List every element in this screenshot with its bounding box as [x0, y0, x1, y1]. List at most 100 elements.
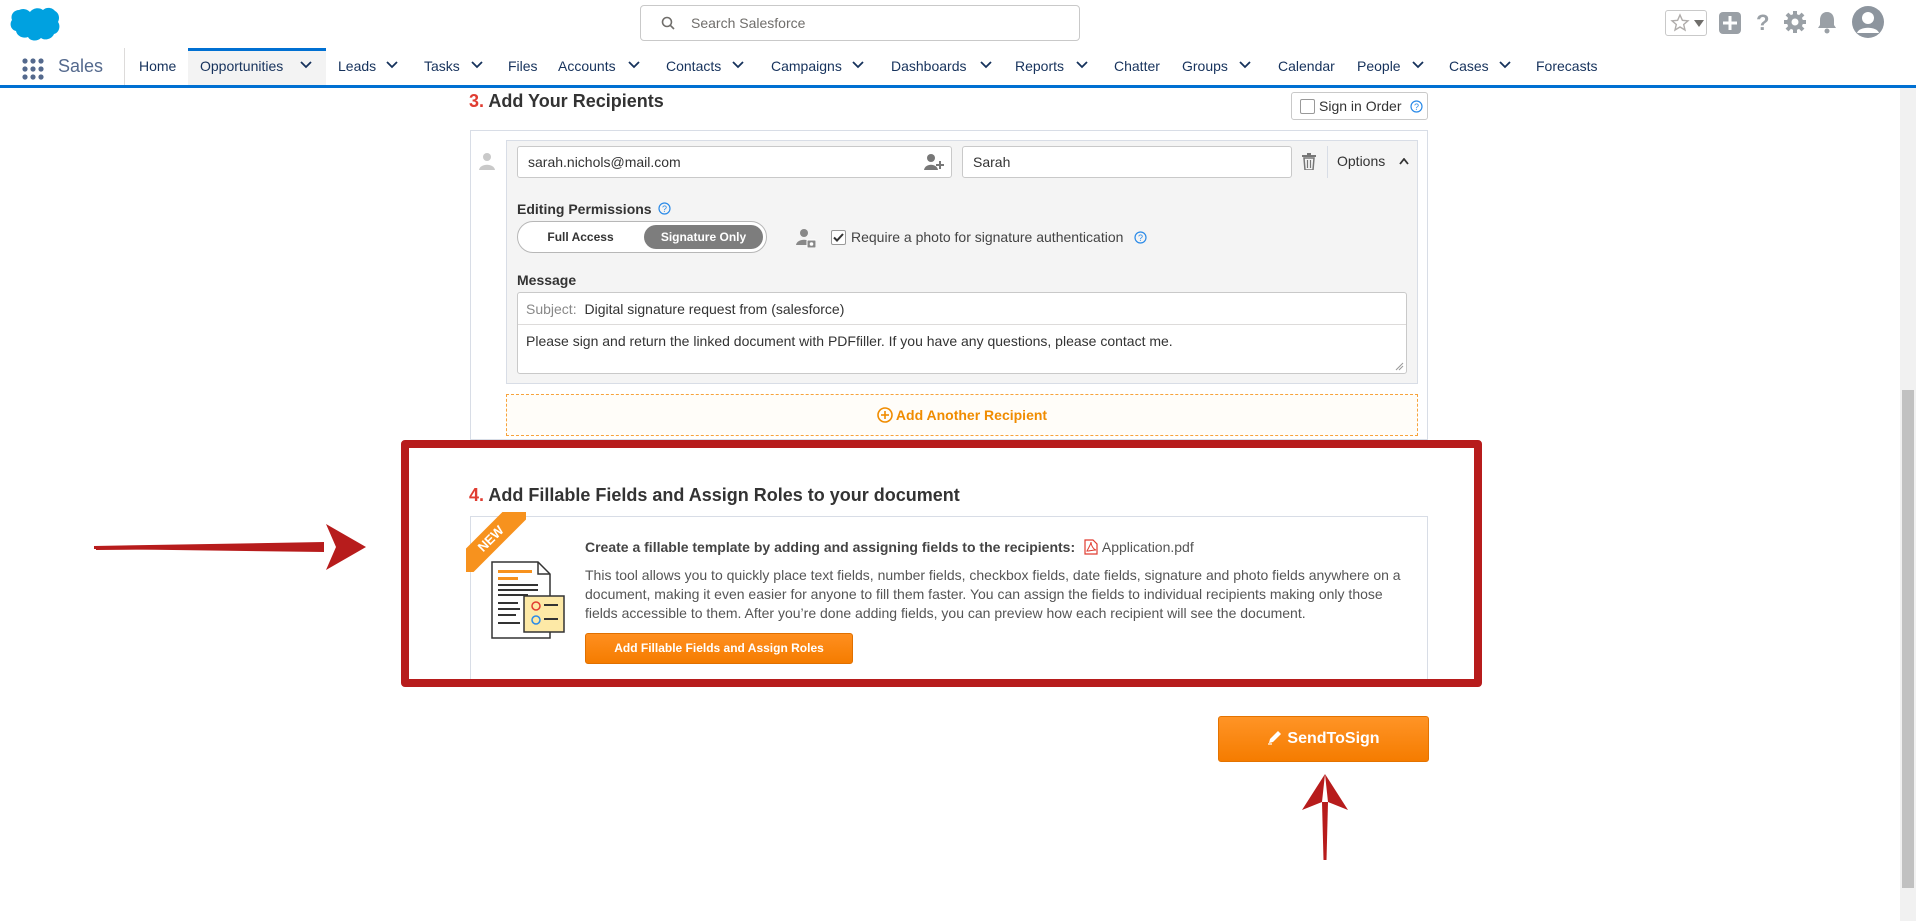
recipient-name-field[interactable]: Sarah	[962, 146, 1292, 178]
user-avatar[interactable]	[1852, 6, 1884, 38]
chevron-down-icon[interactable]	[980, 61, 992, 69]
search-icon	[661, 16, 675, 30]
options-toggle[interactable]: Options	[1337, 146, 1417, 178]
tab-label: Cases	[1449, 58, 1489, 74]
page-scrollbar-thumb[interactable]	[1902, 390, 1914, 888]
tab-people[interactable]: People	[1345, 48, 1433, 85]
chevron-down-icon[interactable]	[732, 61, 744, 69]
search-input[interactable]	[691, 13, 1061, 33]
tab-label: Calendar	[1278, 58, 1335, 74]
sign-in-order-label: Sign in Order	[1319, 98, 1402, 114]
chevron-down-icon[interactable]	[471, 61, 483, 69]
tab-calendar[interactable]: Calendar	[1266, 48, 1340, 85]
chevron-down-icon[interactable]	[1499, 61, 1511, 69]
recipient-name-value: Sarah	[973, 154, 1011, 170]
options-divider	[1327, 146, 1328, 178]
subject-row[interactable]: Subject: Digital signature request from …	[518, 293, 1406, 325]
salesforce-logo[interactable]	[10, 6, 60, 42]
tab-label: Files	[508, 58, 538, 74]
tab-tasks[interactable]: Tasks	[412, 48, 490, 85]
svg-text:?: ?	[1756, 11, 1769, 35]
tab-cases[interactable]: Cases	[1437, 48, 1519, 85]
annotation-arrow-up-icon	[1302, 774, 1348, 860]
chevron-down-icon[interactable]	[628, 61, 640, 69]
global-header: ?	[0, 0, 1916, 48]
chevron-down-icon[interactable]	[300, 61, 312, 69]
help-icon[interactable]: ?	[1753, 11, 1773, 35]
tab-home[interactable]: Home	[125, 48, 187, 85]
photo-auth-label: Require a photo for signature authentica…	[851, 229, 1124, 245]
pen-icon	[1268, 731, 1282, 745]
chevron-down-icon	[1694, 20, 1704, 27]
chevron-down-icon[interactable]	[1076, 61, 1088, 69]
global-search[interactable]	[640, 5, 1080, 41]
chevron-down-icon[interactable]	[852, 61, 864, 69]
add-contact-icon[interactable]	[924, 153, 944, 171]
tab-groups[interactable]: Groups	[1170, 48, 1260, 85]
help-circle-icon[interactable]: ?	[1134, 231, 1147, 244]
message-body[interactable]: Please sign and return the linked docume…	[526, 333, 1173, 349]
tab-files[interactable]: Files	[496, 48, 546, 85]
tab-label: Forecasts	[1536, 58, 1598, 74]
send-to-sign-label: SendToSign	[1287, 730, 1380, 747]
add-icon[interactable]	[1719, 12, 1741, 34]
app-navigation-bar: Sales Home Opportunities Leads Tasks Fil…	[0, 48, 1916, 88]
checkmark-icon	[833, 233, 844, 242]
star-icon	[1670, 13, 1690, 32]
send-to-sign-button[interactable]: SendToSign	[1218, 716, 1429, 762]
tab-label: Reports	[1015, 58, 1065, 74]
gear-icon[interactable]	[1783, 10, 1807, 34]
permissions-toggle[interactable]: Full Access Signature Only	[517, 221, 767, 253]
recipient-email-value: sarah.nichols@mail.com	[528, 154, 681, 170]
sign-in-order-checkbox[interactable]	[1300, 99, 1315, 114]
chevron-up-icon	[1399, 158, 1409, 165]
notification-bell-icon[interactable]	[1816, 10, 1838, 34]
tab-contacts[interactable]: Contacts	[654, 48, 754, 85]
tab-campaigns[interactable]: Campaigns	[759, 48, 871, 85]
full-access-option[interactable]: Full Access	[518, 222, 643, 252]
tab-dashboards[interactable]: Dashboards	[879, 48, 999, 85]
message-box[interactable]: Subject: Digital signature request from …	[517, 292, 1407, 374]
favorites-button[interactable]	[1665, 10, 1707, 36]
chevron-down-icon[interactable]	[1239, 61, 1251, 69]
tab-label: Contacts	[666, 58, 722, 74]
annotation-arrow-right-icon	[94, 524, 366, 570]
photo-id-icon	[796, 229, 816, 248]
tab-label: Accounts	[558, 58, 616, 74]
tab-label: Opportunities	[200, 58, 284, 74]
tab-accounts[interactable]: Accounts	[546, 48, 646, 85]
editing-permissions-label: Editing Permissions	[517, 201, 652, 217]
app-launcher-icon[interactable]	[22, 58, 44, 80]
section-heading: Add Your Recipients	[488, 91, 664, 111]
help-circle-icon[interactable]: ?	[1410, 100, 1423, 113]
help-circle-icon[interactable]: ?	[658, 202, 671, 215]
tab-label: Chatter	[1114, 58, 1160, 74]
add-another-recipient-button[interactable]: Add Another Recipient	[506, 394, 1418, 436]
tab-leads[interactable]: Leads	[326, 48, 404, 85]
tab-opportunities[interactable]: Opportunities	[188, 48, 326, 85]
tab-reports[interactable]: Reports	[1003, 48, 1099, 85]
chevron-down-icon[interactable]	[386, 61, 398, 69]
chevron-down-icon[interactable]	[1412, 61, 1424, 69]
recipients-section-title: 3. Add Your Recipients	[469, 91, 664, 112]
svg-text:?: ?	[1138, 233, 1143, 243]
add-another-label: Add Another Recipient	[895, 407, 1048, 423]
tab-label: Groups	[1182, 58, 1228, 74]
tab-label: Dashboards	[891, 58, 967, 74]
tab-forecasts[interactable]: Forecasts	[1524, 48, 1614, 85]
recipient-email-field[interactable]: sarah.nichols@mail.com	[517, 146, 952, 178]
step-number: 3.	[469, 91, 485, 111]
recipient-person-icon	[479, 153, 495, 170]
sign-in-order-toggle[interactable]: Sign in Order ?	[1291, 92, 1428, 120]
options-label: Options	[1337, 153, 1386, 169]
trash-icon[interactable]	[1302, 153, 1316, 170]
subject-value[interactable]: Digital signature request from (salesfor…	[584, 301, 844, 317]
photo-auth-checkbox[interactable]	[831, 230, 846, 245]
tab-chatter[interactable]: Chatter	[1102, 48, 1166, 85]
resize-handle-icon[interactable]	[1394, 361, 1404, 371]
tab-label: People	[1357, 58, 1401, 74]
message-label: Message	[517, 272, 577, 288]
tab-label: Home	[139, 58, 177, 74]
tab-label: Campaigns	[771, 58, 842, 74]
signature-only-option[interactable]: Signature Only	[644, 225, 763, 249]
